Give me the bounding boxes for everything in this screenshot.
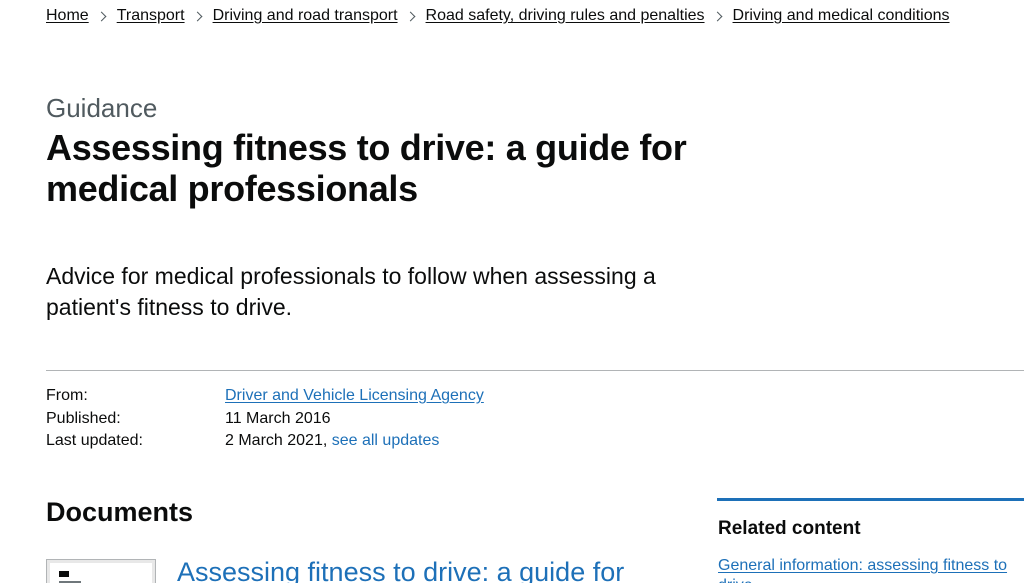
metadata-from-row: From: Driver and Vehicle Licensing Agenc… (46, 385, 484, 408)
breadcrumb-driving-road-transport-link[interactable]: Driving and road transport (213, 6, 398, 26)
section-divider (46, 370, 1024, 371)
metadata: From: Driver and Vehicle Licensing Agenc… (46, 385, 484, 453)
page-lede: Advice for medical professionals to foll… (46, 263, 656, 320)
chevron-right-icon (405, 11, 415, 21)
page-title: Assessing fitness to drive: a guide for … (46, 127, 687, 209)
document-thumbnail[interactable] (46, 559, 156, 583)
metadata-updated-row: Last updated: 2 March 2021, see all upda… (46, 430, 484, 453)
chevron-right-icon (712, 11, 722, 21)
documents-heading: Documents (46, 497, 194, 527)
metadata-from-label: From: (46, 387, 88, 404)
breadcrumb-road-safety-link[interactable]: Road safety, driving rules and penalties (426, 6, 705, 26)
organisation-link[interactable]: Driver and Vehicle Licensing Agency (225, 385, 484, 408)
related-content-top-border (717, 498, 1024, 501)
breadcrumb-home-link[interactable]: Home (46, 6, 89, 26)
document-title-link[interactable]: Assessing fitness to drive: a guide for (177, 556, 677, 583)
crest-icon (59, 571, 69, 577)
published-date: 11 March 2016 (225, 409, 331, 427)
related-content-heading: Related content (718, 518, 861, 539)
page: Home Transport Driving and road transpor… (0, 0, 1024, 583)
related-content-link[interactable]: General information: assessing fitness t… (718, 556, 1018, 583)
metadata-updated-label: Last updated: (46, 432, 143, 449)
chevron-right-icon (96, 11, 107, 21)
breadcrumb: Home Transport Driving and road transpor… (46, 6, 950, 26)
metadata-published-label: Published: (46, 409, 121, 427)
page-caption: Guidance (46, 93, 158, 123)
see-all-updates-link[interactable]: see all updates (332, 430, 440, 453)
breadcrumb-transport-link[interactable]: Transport (117, 6, 185, 26)
chevron-right-icon (192, 11, 203, 21)
metadata-published-row: Published: 11 March 2016 (46, 408, 484, 431)
updated-date: 2 March 2021, (225, 432, 328, 449)
breadcrumb-medical-conditions-link[interactable]: Driving and medical conditions (733, 6, 950, 26)
